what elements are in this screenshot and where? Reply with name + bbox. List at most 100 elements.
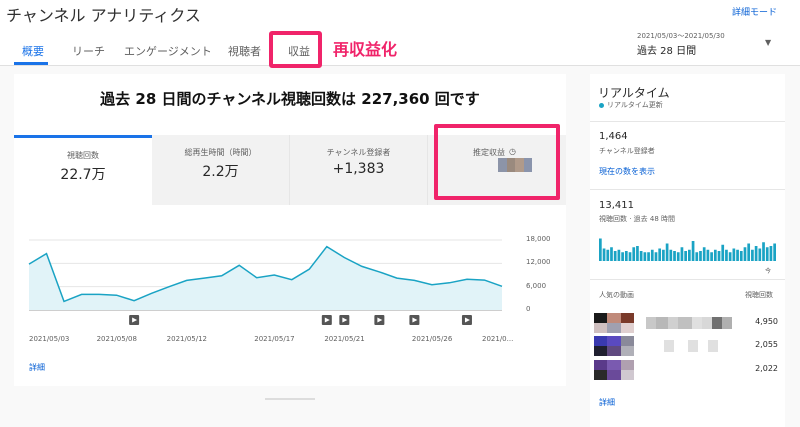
metric-value: +1,383	[332, 161, 385, 177]
details-link[interactable]: 詳細	[29, 362, 45, 373]
realtime-bar	[765, 247, 769, 261]
realtime-bar	[728, 252, 732, 261]
headline: 過去 28 日間のチャンネル視聴回数は 227,360 回です	[100, 90, 480, 108]
realtime-bar	[739, 251, 743, 261]
realtime-bar	[702, 247, 706, 261]
x-tick-label: 2021/05/03	[29, 335, 70, 343]
realtime-bar	[647, 252, 650, 261]
realtime-bar	[747, 243, 751, 261]
realtime-bar	[639, 251, 643, 261]
realtime-bar	[721, 244, 725, 261]
realtime-bar	[613, 251, 617, 261]
advanced-mode-link[interactable]: 詳細モード	[732, 5, 777, 18]
realtime-bar	[628, 252, 632, 261]
metric-label: 視聴回数	[67, 151, 99, 160]
realtime-bar	[624, 251, 628, 261]
tab-audience[interactable]: 視聴者	[228, 43, 261, 59]
realtime-bar	[758, 248, 762, 261]
metric-label: チャンネル登録者	[326, 148, 391, 157]
annotation-label: 再収益化	[333, 40, 398, 59]
tab-engagement[interactable]: エンゲージメント	[124, 43, 212, 59]
realtime-bar	[673, 251, 676, 261]
realtime-bar	[658, 248, 662, 261]
active-tab-underline	[14, 62, 48, 65]
realtime-details-link[interactable]: 詳細	[599, 397, 615, 408]
revenue-tab-highlight-box	[269, 31, 322, 68]
blurred-video-title	[646, 317, 732, 329]
tab-overview[interactable]: 概要	[22, 43, 44, 59]
video-thumbnail	[594, 313, 634, 333]
list-item[interactable]: 4,950	[594, 313, 782, 335]
realtime-bar	[751, 249, 754, 261]
realtime-bar	[621, 252, 624, 261]
period-selector[interactable]: 過去 28 日間	[637, 42, 696, 57]
metric-card-views[interactable]: 視聴回数 22.7万	[14, 135, 152, 205]
metric-card-subscribers[interactable]: チャンネル登録者 +1,383	[290, 135, 428, 205]
chart-area-fill	[29, 246, 502, 310]
realtime-bar	[773, 243, 776, 261]
realtime-title: リアルタイム	[598, 86, 670, 100]
realtime-bar	[610, 247, 613, 261]
realtime-bar	[725, 249, 728, 261]
realtime-bar	[676, 252, 680, 261]
realtime-bar	[617, 249, 621, 261]
realtime-bar	[636, 246, 639, 261]
realtime-bar	[654, 252, 658, 261]
realtime-bar-chart	[599, 238, 776, 261]
scroll-indicator	[265, 398, 315, 400]
list-item[interactable]: 2,022	[594, 360, 782, 382]
realtime-subtitle: リアルタイム更新	[607, 101, 663, 109]
y-tick-label: 18,000	[526, 235, 551, 243]
tab-reach[interactable]: リーチ	[72, 43, 105, 59]
realtime-subscriber-count: 1,464	[599, 131, 628, 142]
date-range: 2021/05/03～2021/05/30	[637, 32, 725, 40]
x-tick-label: 2021/05/17	[254, 335, 295, 343]
realtime-views-count: 13,411	[599, 200, 634, 211]
x-tick-label: 2021/05/12	[166, 335, 208, 343]
realtime-bar	[695, 252, 699, 261]
metric-value: 2.2万	[202, 164, 239, 180]
video-thumbnail	[594, 360, 634, 380]
realtime-bar	[710, 252, 713, 261]
blurred-video-title	[664, 340, 718, 352]
realtime-bar	[662, 249, 665, 261]
list-item[interactable]: 2,055	[594, 336, 782, 358]
metric-value: 22.7万	[60, 167, 106, 183]
realtime-bar	[769, 246, 773, 261]
views-column-header: 視聴回数	[745, 291, 773, 299]
realtime-bar	[754, 246, 758, 261]
realtime-bar	[669, 249, 673, 261]
x-tick-label: 2021/0...	[482, 335, 514, 343]
realtime-bar	[706, 249, 710, 261]
y-tick-label: 0	[526, 305, 531, 313]
now-label: 今	[765, 268, 772, 275]
dropdown-icon[interactable]: ▼	[765, 38, 775, 48]
show-current-count-link[interactable]: 現在の数を表示	[599, 166, 655, 177]
divider	[590, 279, 785, 280]
realtime-bar	[632, 247, 636, 261]
realtime-bar	[602, 248, 606, 261]
realtime-bar	[699, 251, 702, 261]
realtime-bar	[665, 243, 669, 261]
realtime-bar	[691, 241, 695, 261]
realtime-views-label: 視聴回数 · 過去 48 時間	[599, 215, 676, 223]
live-dot-icon	[599, 103, 604, 108]
x-tick-label: 2021/05/08	[96, 335, 137, 343]
divider	[590, 189, 785, 190]
realtime-bar	[717, 251, 721, 261]
realtime-bar	[680, 247, 684, 261]
realtime-bar	[736, 249, 739, 261]
metric-label: 総再生時間（時間）	[184, 148, 257, 157]
realtime-bar	[713, 249, 717, 261]
x-tick-label: 2021/05/26	[411, 335, 453, 343]
realtime-bar	[743, 247, 747, 261]
revenue-highlight-box	[434, 124, 560, 200]
realtime-bar	[684, 251, 687, 261]
realtime-bar	[732, 248, 736, 261]
realtime-bar	[606, 249, 610, 261]
realtime-bar	[688, 249, 691, 261]
realtime-bar	[650, 249, 654, 261]
video-view-count: 2,055	[755, 340, 778, 349]
app-title: チャンネル アナリティクス	[6, 6, 201, 25]
metric-card-watch-time[interactable]: 総再生時間（時間） 2.2万	[152, 135, 290, 205]
